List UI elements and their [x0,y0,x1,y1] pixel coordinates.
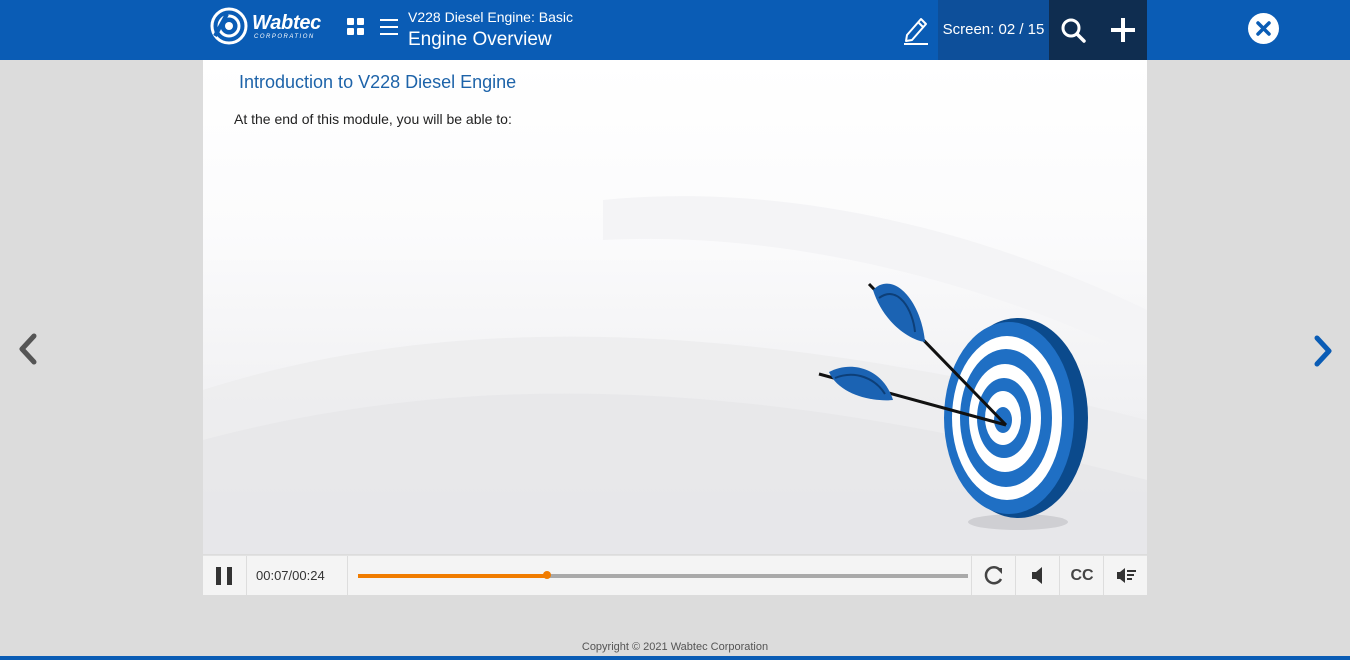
course-title: V228 Diesel Engine: Basic [408,9,573,25]
transcript-button[interactable] [1103,556,1148,595]
logo-subtext: CORPORATION [254,34,315,40]
top-bar: Wabtec CORPORATION V228 Diesel Engine: B… [0,0,1350,60]
search-icon [1061,18,1086,43]
chevron-left-icon[interactable] [14,330,42,370]
wabtec-logo-mark-icon [210,7,248,45]
media-player-controls: 00:07/00:24 CC [203,555,1147,595]
replay-button[interactable] [971,556,1016,595]
divider [347,556,348,595]
pause-button[interactable] [203,556,247,595]
wabtec-logo: Wabtec CORPORATION [209,6,334,46]
screen-counter: Screen: 02 / 15 [938,0,1049,60]
slide-body-text: At the end of this module, you will be a… [234,111,512,127]
volume-button[interactable] [1015,556,1060,595]
chevron-right-icon[interactable] [1309,332,1337,372]
close-icon [1256,21,1271,36]
time-display: 00:07/00:24 [256,568,325,583]
grid-icon[interactable] [347,18,365,36]
module-title: Engine Overview [408,29,552,50]
add-button[interactable] [1098,0,1147,60]
slide-title: Introduction to V228 Diesel Engine [239,72,517,92]
plus-icon [1111,18,1135,42]
course-titles: V228 Diesel Engine: Basic Engine Overvie… [408,8,573,52]
total-time: 00:24 [292,568,325,583]
cc-button[interactable]: CC [1059,556,1104,595]
slide-content: Introduction to V228 Diesel Engine At th… [203,60,1147,554]
bottom-accent-line [0,656,1350,660]
transcript-icon [1117,568,1136,583]
volume-icon [1032,567,1042,584]
seek-progress [358,574,548,578]
cc-icon: CC [1070,567,1094,584]
seek-handle[interactable] [543,571,552,579]
replay-icon [984,565,1003,585]
copyright-footer: Copyright © 2021 Wabtec Corporation [581,641,769,653]
pencil-icon[interactable] [901,13,931,45]
logo-text: Wabtec [252,12,321,34]
close-button[interactable] [1248,13,1279,44]
target-arrows-illustration [818,282,1088,530]
elapsed-time: 00:07 [256,568,289,583]
menu-icon[interactable] [379,17,399,37]
seek-bar[interactable] [358,571,968,579]
search-button[interactable] [1049,0,1098,60]
